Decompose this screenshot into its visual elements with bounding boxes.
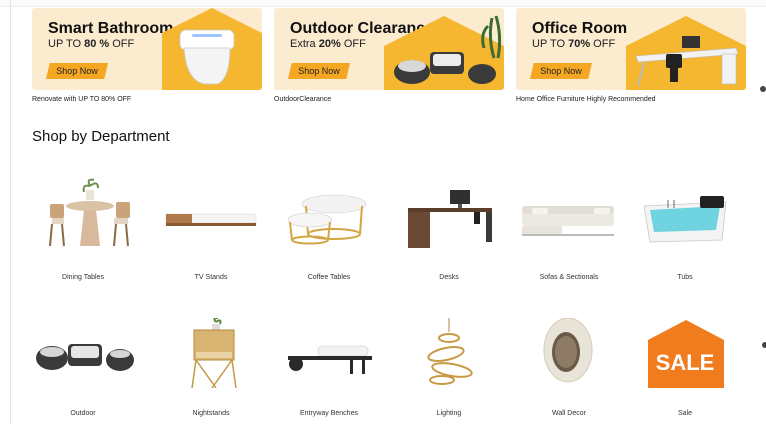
toilet-icon xyxy=(162,8,262,90)
department-coffee-tables[interactable]: Coffee Tables xyxy=(274,178,384,281)
section-title: Shop by Department xyxy=(32,128,170,145)
department-label: Outdoor xyxy=(70,410,96,417)
department-label: Desks xyxy=(439,274,459,281)
office-desk-icon xyxy=(626,16,746,90)
department-dining-tables[interactable]: Dining Tables xyxy=(28,178,138,281)
wall-mirror-icon xyxy=(543,317,593,383)
carousel-dot[interactable] xyxy=(762,342,766,348)
banner-subtitle: UP TO 70% OFF xyxy=(532,38,616,50)
nightstand-icon xyxy=(191,317,237,389)
department-sofas-sectionals[interactable]: Sofas & Sectionals xyxy=(514,178,624,281)
banner-subtitle: UP TO 80 % OFF xyxy=(48,38,135,50)
department-entryway-benches[interactable]: Entryway Benches xyxy=(274,318,384,417)
banner-caption[interactable]: Home Office Furniture Highly Recommended xyxy=(516,96,656,103)
department-label: Lighting xyxy=(436,410,462,417)
department-label: Coffee Tables xyxy=(307,274,351,281)
chandelier-icon xyxy=(427,318,473,385)
banner-subtitle: Extra 20% OFF xyxy=(290,38,366,50)
shop-now-button[interactable]: Shop Now xyxy=(46,63,108,79)
page-top-edge xyxy=(0,0,766,7)
department-label: Sale xyxy=(677,410,692,417)
shop-now-button[interactable]: Shop Now xyxy=(530,63,592,79)
department-lighting[interactable]: Lighting xyxy=(394,318,504,417)
dining-table-icon xyxy=(49,178,130,247)
bathtub-icon xyxy=(643,196,727,243)
sale-badge-text: SALE xyxy=(655,350,715,375)
department-label: Dining Tables xyxy=(62,274,104,281)
banner-outdoor-clearance[interactable]: Outdoor Clearance Extra 20% OFF Shop Now xyxy=(274,8,504,90)
department-nightstands[interactable]: Nightstands xyxy=(156,317,266,417)
department-wall-decor[interactable]: Wall Decor xyxy=(514,317,624,417)
banner-caption[interactable]: OutdoorClearance xyxy=(274,96,331,103)
banner-title: Office Room xyxy=(532,20,628,37)
banner-smart-bathroom[interactable]: Smart Bathroom UP TO 80 % OFF Shop Now xyxy=(32,8,262,90)
department-outdoor[interactable]: Outdoor xyxy=(28,318,138,417)
shop-now-button[interactable]: Shop Now xyxy=(288,63,350,79)
department-desks[interactable]: Desks xyxy=(394,178,504,281)
department-sale[interactable]: SALE Sale xyxy=(630,318,740,417)
patio-furniture-icon xyxy=(384,15,504,90)
coffee-table-icon xyxy=(287,194,367,245)
department-label: Entryway Benches xyxy=(300,410,358,417)
desk-icon xyxy=(408,190,492,248)
department-tubs[interactable]: Tubs xyxy=(630,178,740,281)
sofa-icon xyxy=(522,206,614,236)
content-frame-border xyxy=(10,0,11,424)
tv-stand-icon xyxy=(165,213,257,226)
outdoor-furniture-icon xyxy=(36,344,134,371)
department-label: Tubs xyxy=(677,274,693,281)
department-label: TV Stands xyxy=(194,274,228,281)
carousel-dot[interactable] xyxy=(760,86,766,92)
department-label: Sofas & Sectionals xyxy=(539,274,599,281)
banner-caption[interactable]: Renovate with UP TO 80% OFF xyxy=(32,96,131,103)
department-label: Wall Decor xyxy=(552,410,586,417)
banner-office-room[interactable]: Office Room UP TO 70% OFF Shop Now xyxy=(516,8,746,90)
department-tv-stands[interactable]: TV Stands xyxy=(156,178,266,281)
department-label: Nightstands xyxy=(192,410,230,417)
bench-icon xyxy=(288,345,372,374)
